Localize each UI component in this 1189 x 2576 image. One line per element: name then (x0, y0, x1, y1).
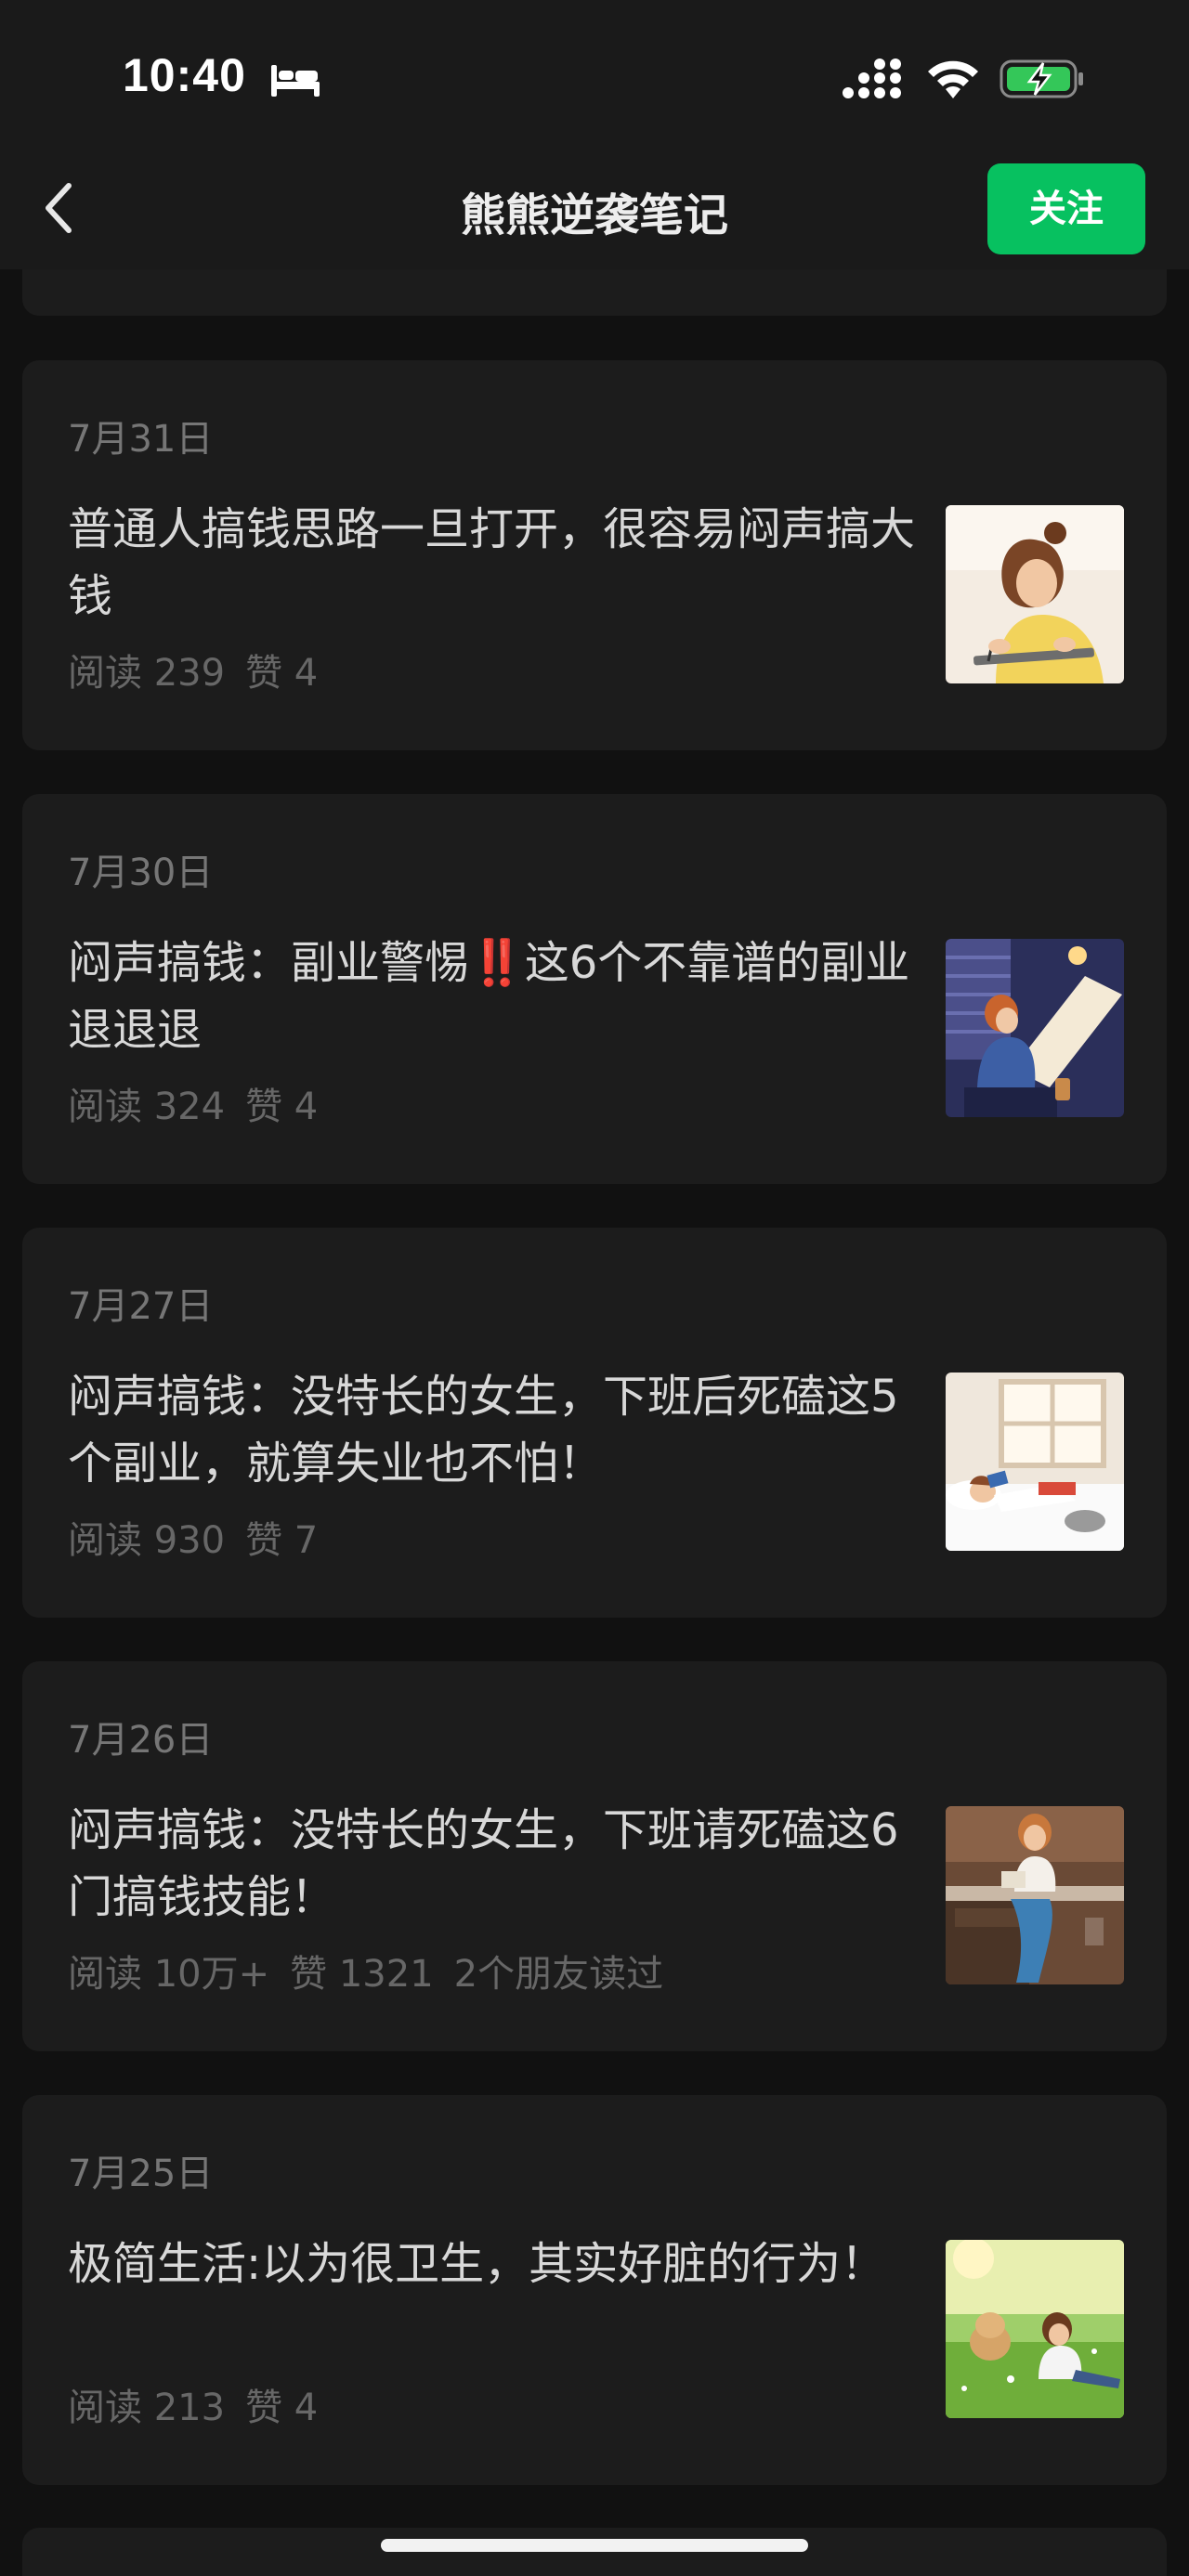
article-date: 7月31日 (68, 418, 214, 461)
like-count: 赞 4 (245, 652, 319, 695)
article-stats: 阅读 239 赞 4 (68, 643, 338, 696)
article-date: 7月27日 (68, 1285, 214, 1328)
article-date: 7月30日 (68, 852, 214, 894)
article-title[interactable]: 闷声搞钱：副业警惕‼️这6个不靠谱的副业退退退 (68, 930, 922, 1063)
battery-charging-icon (1000, 59, 1083, 98)
article-thumbnail[interactable] (946, 1806, 1124, 1984)
article-list-page: 10:40 熊熊逆袭笔记 关注 7月31日 普通人搞钱思路一旦打开，很容易闷声搞… (0, 0, 1189, 2576)
back-chevron-icon[interactable] (39, 176, 80, 241)
article-date: 7月26日 (68, 1719, 214, 1762)
friends-read: 2个朋友读过 (453, 1953, 664, 1996)
article-card[interactable]: 7月25日 极简生活:以为很卫生，其实好脏的行为！ 阅读 213 赞 4 (22, 2095, 1167, 2485)
article-thumbnail[interactable] (946, 939, 1124, 1117)
signal-icon (843, 59, 901, 98)
article-stats: 阅读 10万+ 赞 1321 2个朋友读过 (68, 1944, 684, 1997)
article-stats: 阅读 213 赞 4 (68, 2377, 338, 2431)
article-card[interactable]: 7月31日 普通人搞钱思路一旦打开，很容易闷声搞大钱 阅读 239 赞 4 (22, 360, 1167, 750)
status-time: 10:40 (123, 49, 246, 101)
article-stats: 阅读 324 赞 4 (68, 1076, 338, 1130)
follow-button[interactable]: 关注 (987, 163, 1145, 254)
article-card[interactable]: 7月26日 闷声搞钱：没特长的女生，下班请死磕这6门搞钱技能！ 阅读 10万+ 赞… (22, 1661, 1167, 2051)
read-count: 阅读 324 (68, 1086, 226, 1128)
article-card[interactable]: 7月27日 闷声搞钱：没特长的女生，下班后死磕这5个副业，就算失业也不怕！ 阅读… (22, 1228, 1167, 1618)
article-title[interactable]: 闷声搞钱：没特长的女生，下班后死磕这5个副业，就算失业也不怕！ (68, 1363, 922, 1497)
like-count: 赞 1321 (290, 1953, 434, 1996)
top-bar: 10:40 熊熊逆袭笔记 关注 (0, 0, 1189, 269)
read-count: 阅读 239 (68, 652, 226, 695)
article-title[interactable]: 闷声搞钱：没特长的女生，下班请死磕这6门搞钱技能！ (68, 1797, 922, 1931)
next-article-card[interactable] (22, 2528, 1167, 2576)
read-count: 阅读 10万+ (68, 1953, 270, 1996)
wifi-icon (928, 60, 978, 98)
read-count: 阅读 213 (68, 2387, 226, 2429)
like-count: 赞 7 (245, 1519, 319, 1562)
article-thumbnail[interactable] (946, 2240, 1124, 2418)
bed-icon (271, 65, 320, 97)
article-date: 7月25日 (68, 2153, 214, 2195)
article-thumbnail[interactable] (946, 1373, 1124, 1551)
read-count: 阅读 930 (68, 1519, 226, 1562)
article-stats: 阅读 930 赞 7 (68, 1510, 338, 1564)
article-title[interactable]: 普通人搞钱思路一旦打开，很容易闷声搞大钱 (68, 496, 922, 630)
article-title[interactable]: 极简生活:以为很卫生，其实好脏的行为！ (68, 2231, 922, 2297)
article-card[interactable]: 7月30日 闷声搞钱：副业警惕‼️这6个不靠谱的副业退退退 阅读 324 赞 4 (22, 794, 1167, 1184)
like-count: 赞 4 (245, 1086, 319, 1128)
article-thumbnail[interactable] (946, 505, 1124, 683)
home-indicator[interactable] (381, 2539, 808, 2552)
like-count: 赞 4 (245, 2387, 319, 2429)
